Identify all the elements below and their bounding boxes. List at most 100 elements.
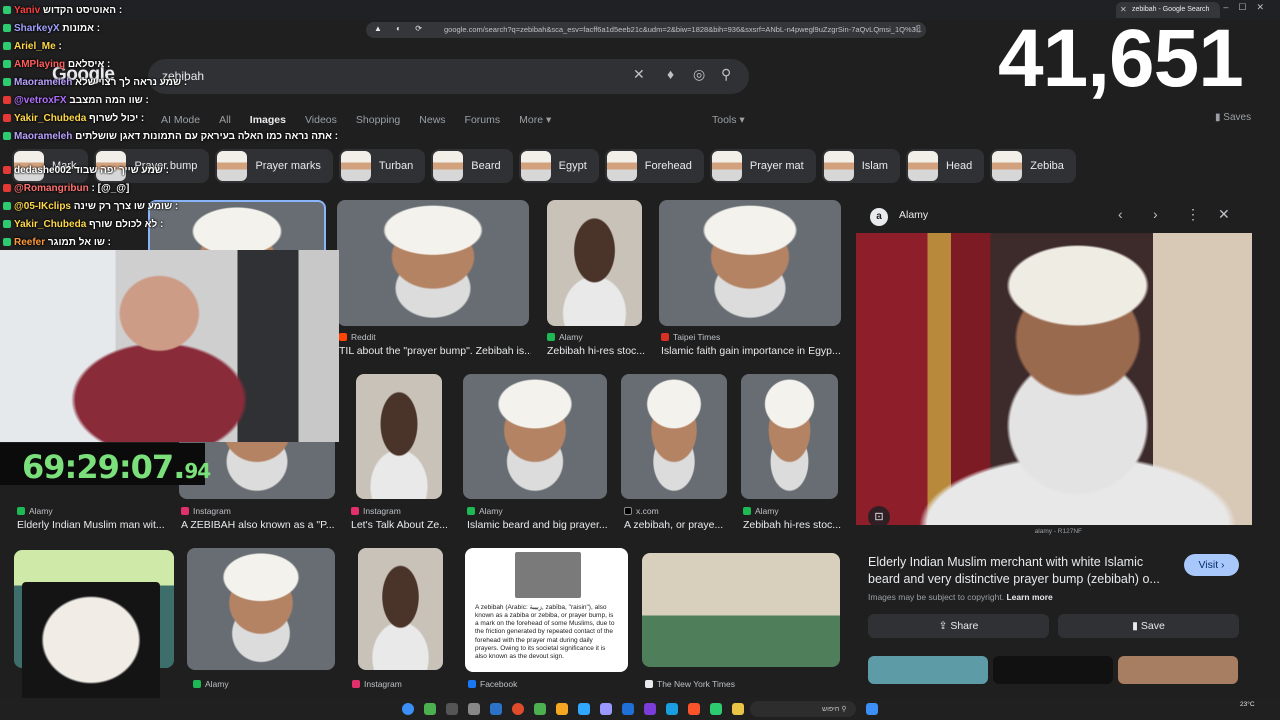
chip-prayer-marks[interactable]: Prayer marks <box>215 149 333 183</box>
app-icon[interactable] <box>688 703 700 715</box>
bookmark-icon[interactable]: ▯ <box>916 23 921 34</box>
more-options-icon[interactable]: ⋮ <box>1186 206 1200 223</box>
app-icon[interactable] <box>556 703 568 715</box>
result-caption[interactable]: Let's Talk About Ze... <box>351 519 451 531</box>
result-source[interactable]: Alamy <box>193 679 229 689</box>
start-icon[interactable] <box>402 703 414 715</box>
browser-icon[interactable] <box>512 703 524 715</box>
preview-title[interactable]: Elderly Indian Muslim merchant with whit… <box>868 554 1168 588</box>
taskbar-search[interactable]: חיפוש ⚲ <box>750 701 856 717</box>
chip-head[interactable]: Head <box>905 149 985 183</box>
search-icon[interactable]: ⚲ <box>721 66 731 83</box>
tab-news[interactable]: News <box>419 114 445 126</box>
result-source[interactable]: Alamy <box>17 506 53 516</box>
tab-more[interactable]: More ▾ <box>519 114 551 126</box>
tab-ai-mode[interactable]: AI Mode <box>161 114 200 126</box>
lens-search-icon[interactable]: ⊡ <box>868 506 890 528</box>
app-icon[interactable] <box>468 703 480 715</box>
related-thumbnail[interactable] <box>868 656 988 684</box>
site-info-icon[interactable]: ▲ ◐ ⟳ <box>374 24 428 33</box>
chip-forehead[interactable]: Forehead <box>604 149 704 183</box>
search-box[interactable]: zebibah ✕ ♦ ◎ ⚲ <box>148 59 749 94</box>
app-icon[interactable] <box>424 703 436 715</box>
learn-more-link[interactable]: Learn more <box>1006 592 1052 602</box>
result-source[interactable]: Taipei Times <box>661 332 720 342</box>
chip-egypt[interactable]: Egypt <box>518 149 599 183</box>
result-caption[interactable]: Islamic faith gain importance in Egyp... <box>661 345 843 357</box>
app-icon[interactable] <box>534 703 546 715</box>
timer-value: 69:29:07.94 <box>22 448 211 486</box>
result-caption[interactable]: A zebibah, or praye... <box>624 519 724 531</box>
preview-image[interactable] <box>856 233 1252 525</box>
app-icon[interactable] <box>666 703 678 715</box>
copyright-notice: Images may be subject to copyright. Lear… <box>868 592 1053 602</box>
result-source[interactable]: Facebook <box>468 679 517 689</box>
chip-beard[interactable]: Beard <box>431 149 513 183</box>
chip-islam[interactable]: Islam <box>821 149 900 183</box>
app-icon[interactable] <box>644 703 656 715</box>
alamy-logo-icon: a <box>870 208 888 226</box>
clear-icon[interactable]: ✕ <box>633 66 645 83</box>
badge-icon <box>3 166 11 174</box>
result-image[interactable] <box>356 374 442 499</box>
result-image[interactable] <box>463 374 607 499</box>
result-caption[interactable]: Zebibah hi-res stoc... <box>743 519 843 531</box>
result-caption[interactable]: TIL about the "prayer bump". Zebibah is.… <box>339 345 531 357</box>
app-icon[interactable] <box>866 703 878 715</box>
result-image[interactable] <box>187 548 335 670</box>
result-source[interactable]: Alamy <box>467 506 503 516</box>
result-source[interactable]: The New York Times <box>645 679 735 689</box>
result-image[interactable] <box>659 200 841 326</box>
chip-prayer-mat[interactable]: Prayer mat <box>709 149 816 183</box>
result-caption[interactable]: A ZEBIBAH also known as a "P... <box>181 519 341 531</box>
saves-button[interactable]: ▮ Saves <box>1215 112 1251 123</box>
related-thumbnail[interactable] <box>993 656 1113 684</box>
result-image[interactable] <box>547 200 642 326</box>
tab-videos[interactable]: Videos <box>305 114 337 126</box>
close-icon[interactable]: ✕ <box>1218 206 1230 223</box>
panel-source[interactable]: Alamy <box>899 209 928 221</box>
result-source[interactable]: Instagram <box>181 506 231 516</box>
app-icon[interactable] <box>446 703 458 715</box>
taskbar-clock[interactable]: 23°C <box>1240 701 1255 709</box>
tab-images[interactable]: Images <box>250 114 286 126</box>
result-image[interactable] <box>621 374 727 499</box>
result-image[interactable] <box>642 553 840 667</box>
result-source[interactable]: Instagram <box>352 679 402 689</box>
result-caption[interactable]: Zebibah hi-res stoc... <box>547 345 647 357</box>
tab-forums[interactable]: Forums <box>465 114 501 126</box>
next-icon[interactable]: › <box>1153 206 1158 222</box>
app-icon[interactable] <box>578 703 590 715</box>
tab-shopping[interactable]: Shopping <box>356 114 400 126</box>
prev-icon[interactable]: ‹ <box>1118 206 1123 222</box>
alamy-icon <box>743 507 751 515</box>
chip-turban[interactable]: Turban <box>338 149 426 183</box>
mic-icon[interactable]: ♦ <box>667 66 674 82</box>
related-thumbnail[interactable] <box>1118 656 1238 684</box>
result-image[interactable] <box>741 374 838 499</box>
tools-button[interactable]: Tools ▾ <box>712 114 745 126</box>
folder-icon[interactable] <box>732 703 744 715</box>
result-image-doc[interactable]: A zebibah (Arabic: زبيبة, zabība, "raisi… <box>465 548 628 672</box>
lens-icon[interactable]: ◎ <box>693 66 705 83</box>
result-caption[interactable]: Islamic beard and big prayer... <box>467 519 607 531</box>
tab-all[interactable]: All <box>219 114 231 126</box>
app-icon[interactable] <box>490 703 502 715</box>
save-button[interactable]: ▮ Save <box>1058 614 1239 638</box>
chip-zebiba[interactable]: Zebiba <box>990 149 1076 183</box>
address-bar[interactable]: ▲ ◐ ⟳ google.com/search?q=zebibah&sca_es… <box>366 22 926 38</box>
result-source[interactable]: Alamy <box>547 332 583 342</box>
app-icon[interactable] <box>600 703 612 715</box>
result-source[interactable]: Reddit <box>339 332 376 342</box>
result-image[interactable] <box>337 200 529 326</box>
result-caption[interactable]: Elderly Indian Muslim man wit... <box>17 519 167 531</box>
result-source[interactable]: Instagram <box>351 506 401 516</box>
result-image[interactable] <box>358 548 443 670</box>
result-source[interactable]: Alamy <box>743 506 779 516</box>
app-icon[interactable] <box>710 703 722 715</box>
doc-text: A zebibah (Arabic: زبيبة, zabība, "raisi… <box>475 604 615 660</box>
app-icon[interactable] <box>622 703 634 715</box>
result-source[interactable]: x.com <box>624 506 659 516</box>
share-button[interactable]: ⇪ Share <box>868 614 1049 638</box>
visit-button[interactable]: Visit › <box>1184 554 1239 576</box>
